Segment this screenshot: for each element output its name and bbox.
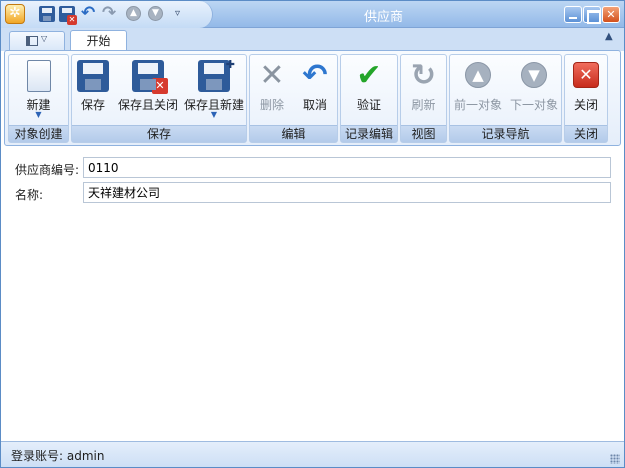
name-field[interactable]	[83, 182, 611, 203]
quick-next-icon[interactable]	[148, 6, 163, 21]
refresh-button[interactable]: ↻ 刷新	[401, 57, 446, 125]
group-close: ✕ 关闭 关闭	[564, 54, 608, 143]
save-new-icon: ✚	[198, 58, 235, 92]
validate-button-label: 验证	[356, 98, 381, 112]
undo-icon: ↶	[302, 58, 328, 93]
ribbon-tab-strip: ▽ 开始 ▲	[1, 28, 624, 52]
supplier-code-field[interactable]	[83, 157, 611, 178]
tab-start[interactable]: 开始	[70, 30, 127, 52]
group-label-save: 保存	[72, 125, 246, 142]
group-object-create: 新建 ▼ 对象创建	[8, 54, 69, 143]
login-account-status: 登录账号: admin	[11, 449, 105, 463]
resize-grip-icon[interactable]	[610, 454, 620, 464]
down-arrow-icon: ▼	[521, 62, 547, 88]
quick-undo-icon[interactable]: ↶	[81, 5, 97, 22]
group-edit: ✕ 删除 ↶ 取消 编辑	[249, 54, 338, 143]
group-label-record-edit: 记录编辑	[341, 125, 397, 142]
delete-button-label: 删除	[259, 98, 284, 112]
collapse-ribbon-icon[interactable]: ▲	[605, 31, 613, 42]
save-new-button[interactable]: ✚ 保存且新建 ▼	[182, 57, 246, 125]
maximize-button[interactable]	[583, 6, 601, 24]
group-save: 保存 ✕ 保存且关闭 ✚ 保存且新建 ▼ 保存	[71, 54, 247, 143]
previous-object-label: 前一对象	[453, 98, 502, 112]
app-logo-icon[interactable]	[5, 4, 25, 24]
close-icon: ✕	[573, 62, 599, 88]
refresh-icon: ↻	[410, 58, 437, 93]
cancel-button[interactable]: ↶ 取消	[295, 57, 335, 125]
new-button[interactable]: 新建 ▼	[9, 57, 68, 125]
group-view: ↻ 刷新 视图	[400, 54, 447, 143]
save-button-label: 保存	[80, 98, 105, 112]
chevron-down-icon[interactable]: ▼	[182, 110, 246, 119]
chevron-down-icon: ▽	[41, 34, 48, 43]
save-close-button[interactable]: ✕ 保存且关闭	[116, 57, 180, 125]
group-label-close: 关闭	[565, 125, 607, 142]
quick-save-close-icon[interactable]	[59, 6, 77, 25]
group-label-record-navigation: 记录导航	[450, 125, 561, 142]
quick-save-icon[interactable]	[39, 6, 55, 22]
quick-redo-icon[interactable]: ↷	[102, 5, 118, 22]
next-object-label: 下一对象	[509, 98, 558, 112]
group-record-edit: ✔ 验证 记录编辑	[340, 54, 398, 143]
delete-button[interactable]: ✕ 删除	[252, 57, 292, 125]
title-bar: ↶ ↷ ▿ 供应商	[1, 1, 624, 28]
group-label-view: 视图	[401, 125, 446, 142]
save-close-icon: ✕	[132, 60, 168, 94]
group-label-edit: 编辑	[250, 125, 337, 142]
check-icon: ✔	[356, 58, 382, 93]
supplier-code-label: 供应商编号:	[15, 163, 80, 177]
status-bar: 登录账号: admin	[1, 441, 624, 467]
quick-previous-icon[interactable]	[126, 6, 141, 21]
quick-access-toolbar: ↶ ↷ ▿	[1, 1, 213, 28]
delete-icon: ✕	[259, 58, 285, 93]
window-title: 供应商	[363, 10, 403, 25]
ribbon: 新建 ▼ 对象创建 保存 ✕ 保存且关闭 ✚ 保存且新建 ▼ 保存 ✕ 删除 ↶…	[4, 50, 621, 146]
chevron-down-icon[interactable]: ▼	[9, 110, 68, 119]
validate-button[interactable]: ✔ 验证	[341, 57, 397, 125]
cancel-button-label: 取消	[302, 98, 327, 112]
save-button[interactable]: 保存	[74, 57, 112, 125]
new-document-icon	[26, 60, 51, 92]
customize-toolbar-icon[interactable]: ▿	[175, 6, 191, 22]
group-record-navigation: ▲ 前一对象 ▼ 下一对象 记录导航	[449, 54, 562, 143]
group-label-object-create: 对象创建	[9, 125, 68, 142]
close-button-label: 关闭	[573, 98, 598, 112]
app-window: ↶ ↷ ▿ 供应商 ▽ 开始 ▲ 新建 ▼ 对象创建	[0, 0, 625, 468]
previous-object-button[interactable]: ▲ 前一对象	[451, 57, 505, 125]
name-label: 名称:	[15, 188, 44, 202]
close-button[interactable]: ✕ 关闭	[565, 57, 607, 125]
app-menu-icon	[26, 36, 38, 46]
up-arrow-icon: ▲	[465, 62, 491, 88]
next-object-button[interactable]: ▼ 下一对象	[507, 57, 561, 125]
save-close-button-label: 保存且关闭	[117, 98, 178, 112]
refresh-button-label: 刷新	[411, 98, 436, 112]
app-menu-button[interactable]: ▽	[9, 31, 65, 51]
close-window-button[interactable]	[602, 6, 620, 23]
minimize-button[interactable]	[564, 6, 582, 23]
save-icon	[77, 60, 109, 92]
